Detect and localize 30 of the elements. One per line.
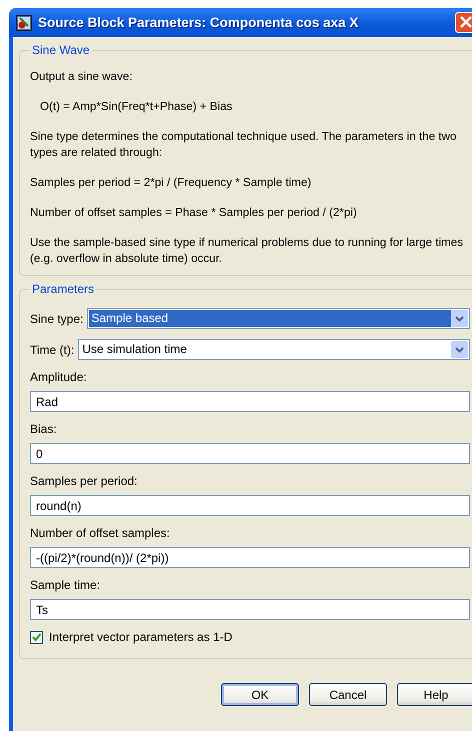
input-field[interactable]: -((pi/2)*(round(n))/ (2*pi)) xyxy=(30,547,470,568)
group-title: Sine Wave xyxy=(31,43,91,57)
input-field[interactable]: Ts xyxy=(30,599,470,620)
field-label: Sample time: xyxy=(30,578,102,592)
description-text: Sine type determines the computational technique used. The parameters in the two types are related through: xyxy=(30,129,458,161)
dialog-button[interactable]: Cancel xyxy=(309,683,387,706)
dialog-button[interactable]: Help xyxy=(397,683,472,706)
field-label: Sine type: xyxy=(30,312,84,326)
group-title: Parameters xyxy=(31,282,96,296)
description-text: Number of offset samples = Phase * Samples per period / (2*pi) xyxy=(30,205,358,221)
close-icon[interactable] xyxy=(455,12,472,33)
dropdown[interactable]: Use simulation time xyxy=(78,339,470,360)
field-label: Time (t): xyxy=(30,342,74,356)
field-label: Amplitude: xyxy=(30,370,88,384)
description-text: Samples per period = 2*pi / (Frequency * Sample time) xyxy=(30,175,312,191)
input-field[interactable]: round(n) xyxy=(30,495,470,516)
checkbox[interactable] xyxy=(30,630,43,644)
description-text: O(t) = Amp*Sin(Freq*t+Phase) + Bias xyxy=(39,99,234,115)
field-label: Number of offset samples: xyxy=(30,526,171,540)
window-title: Source Block Parameters: Componenta cos axa X xyxy=(38,15,358,30)
block-diagram-icon xyxy=(16,14,32,30)
description-text: Output a sine wave: xyxy=(30,69,134,85)
input-field[interactable]: Rad xyxy=(30,391,470,412)
field-label: Bias: xyxy=(30,422,58,436)
field-label: Samples per period: xyxy=(30,474,138,488)
input-field[interactable]: 0 xyxy=(30,443,470,464)
checkbox-label: Interpret vector parameters as 1-D xyxy=(49,630,232,644)
dialog-button[interactable]: OK xyxy=(221,683,299,706)
description-text: Use the sample-based sine type if numerical problems due to running for large times (e.g. overflow in absolute time) occur. xyxy=(30,235,464,267)
dropdown[interactable]: Sample based xyxy=(87,308,470,329)
